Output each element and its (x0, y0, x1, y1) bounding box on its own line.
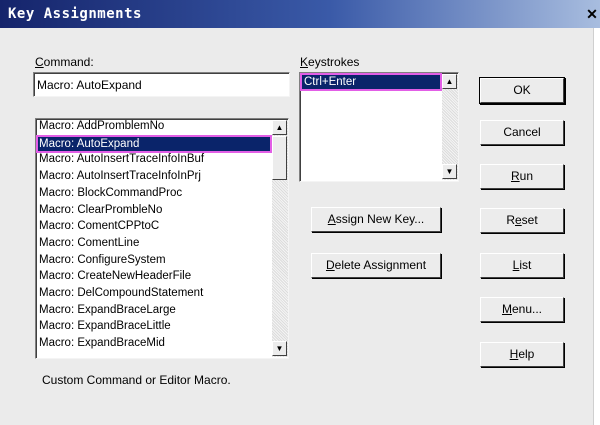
command-label-accel: C (35, 55, 44, 69)
command-list-item[interactable]: Macro: CreateNewHeaderFile (39, 270, 191, 282)
assign-new-key-accel: A (327, 212, 336, 226)
assign-new-key-text: ssign New Key... (335, 212, 425, 226)
delete-assignment-text: elete Assignment (334, 258, 427, 272)
command-list-item[interactable]: Macro: ExpandBraceLittle (39, 320, 171, 332)
command-list-item[interactable]: Macro: ComentCPPtoC (39, 220, 159, 232)
command-list-scrollbar[interactable]: ▲ ▼ (272, 120, 288, 357)
keystrokes-scroll-up-icon[interactable]: ▲ (442, 74, 457, 89)
reset-accel: e (514, 213, 522, 227)
delete-assignment-accel: D (325, 258, 335, 272)
reset-text-pre: R (506, 213, 515, 227)
assign-new-key-button[interactable]: Assign New Key... (311, 207, 441, 232)
menu-accel: M (501, 302, 512, 316)
command-list-scroll-thumb[interactable] (272, 136, 287, 180)
run-accel: R (510, 169, 520, 183)
keystrokes-label-text: eystrokes (308, 55, 360, 69)
list-text: ist (519, 258, 532, 272)
reset-text: set (521, 213, 538, 227)
scroll-down-icon[interactable]: ▼ (272, 341, 287, 356)
run-button[interactable]: Run (480, 164, 564, 189)
command-list-item[interactable]: Macro: AutoInsertTraceInfoInBuf (39, 153, 204, 165)
help-text: elp (518, 347, 535, 361)
command-label-text: ommand: (43, 55, 94, 69)
command-description: Custom Command or Editor Macro. (42, 373, 231, 387)
keystrokes-scroll-down-icon[interactable]: ▼ (442, 164, 457, 179)
command-list-item[interactable]: Macro: ComentLine (39, 237, 139, 249)
run-text: un (519, 169, 534, 183)
command-list-item[interactable]: Macro: AutoInsertTraceInfoInPrj (39, 170, 201, 182)
command-label: Command: (35, 55, 94, 69)
command-list-item[interactable]: Macro: ExpandBraceLarge (39, 304, 176, 316)
list-button[interactable]: List (480, 253, 564, 278)
command-input[interactable]: Macro: AutoExpand (33, 72, 290, 97)
command-list-item[interactable]: Macro: AddPromblemNo (39, 120, 164, 132)
command-list[interactable]: Macro: AddPromblemNo Macro: AutoExpand Mac… (35, 118, 289, 359)
scroll-up-icon[interactable]: ▲ (272, 120, 287, 135)
reset-button[interactable]: Reset (480, 208, 564, 233)
keystroke-item[interactable]: Ctrl+Enter (300, 73, 442, 91)
ok-button[interactable]: OK (480, 78, 564, 103)
command-list-item[interactable]: Macro: DelCompoundStatement (39, 287, 203, 299)
command-list-item[interactable]: Macro: ExpandBraceMid (39, 337, 165, 349)
keystrokes-label-accel: K (300, 55, 309, 69)
command-list-item[interactable]: Macro: ConfigureSystem (39, 254, 166, 266)
command-list-item[interactable]: Macro: ClearPrombleNo (39, 204, 162, 216)
window-title: Key Assignments (8, 6, 142, 22)
title-bar[interactable]: Key Assignments ✕ (0, 0, 600, 28)
keystrokes-label: Keystrokes (300, 55, 359, 69)
help-button[interactable]: Help (480, 342, 564, 367)
delete-assignment-button[interactable]: Delete Assignment (311, 253, 441, 278)
command-list-item[interactable]: Macro: BlockCommandProc (39, 187, 182, 199)
menu-button[interactable]: Menu... (480, 297, 564, 322)
menu-text: enu... (511, 302, 543, 316)
keystrokes-list[interactable]: Ctrl+Enter ▲ ▼ (299, 72, 459, 182)
cancel-button[interactable]: Cancel (480, 120, 564, 145)
keystrokes-scrollbar[interactable]: ▲ ▼ (442, 74, 458, 180)
command-list-item-selected[interactable]: Macro: AutoExpand (36, 134, 272, 153)
close-icon[interactable]: ✕ (584, 6, 600, 23)
